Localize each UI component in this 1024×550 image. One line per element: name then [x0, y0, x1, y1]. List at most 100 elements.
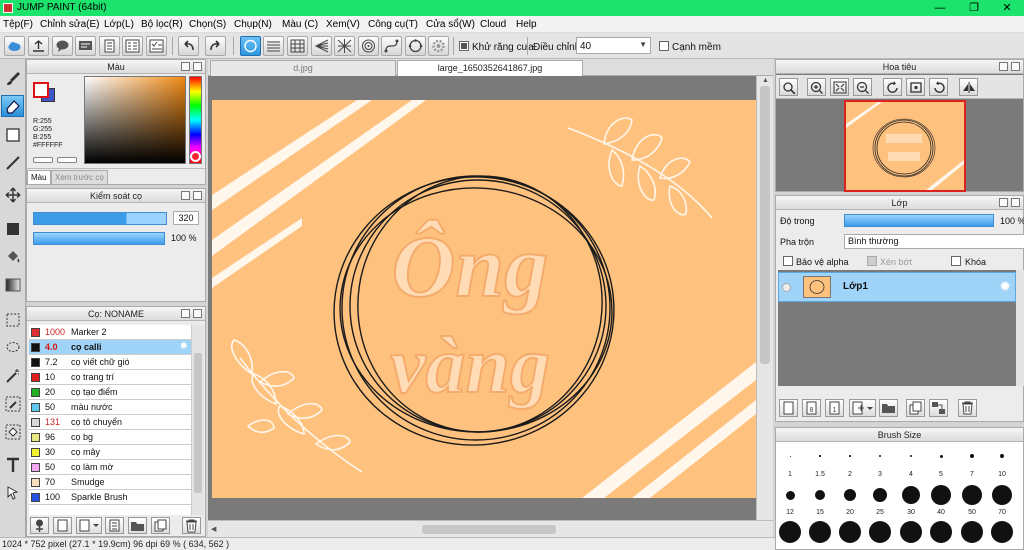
- undo-button[interactable]: [178, 36, 199, 56]
- brush-size-dot[interactable]: [849, 455, 851, 457]
- brush-size-dot[interactable]: [869, 521, 891, 543]
- protect-alpha-checkbox[interactable]: [783, 256, 793, 266]
- lasso-tool[interactable]: [1, 336, 24, 358]
- duplicate-layer-button[interactable]: [906, 399, 925, 417]
- menu-capture[interactable]: Chụp(N): [234, 19, 272, 30]
- panel-float-icon[interactable]: [999, 198, 1008, 207]
- antialias-checkbox[interactable]: [459, 41, 469, 51]
- layer-folder-button[interactable]: [879, 399, 898, 417]
- layer-opacity-slider[interactable]: [844, 214, 994, 227]
- brush-size-dot[interactable]: [991, 521, 1013, 543]
- brush-size-dot[interactable]: [789, 455, 791, 457]
- zoom-out-button[interactable]: [853, 78, 872, 96]
- brush-size-dot[interactable]: [844, 489, 856, 501]
- saturation-value-picker[interactable]: [84, 76, 186, 164]
- zoom-reset-button[interactable]: [779, 78, 798, 96]
- minimize-button[interactable]: —: [923, 0, 957, 16]
- new-layer-button[interactable]: [779, 399, 798, 417]
- brush-list-item[interactable]: 100 Sparkle Brush: [29, 490, 191, 505]
- brush-list-item[interactable]: 50 màu nước: [29, 400, 191, 415]
- cloud-button[interactable]: [4, 36, 25, 56]
- menu-select[interactable]: Chọn(S): [189, 19, 226, 30]
- brush-size-dot[interactable]: [992, 485, 1012, 505]
- brush-list-item[interactable]: 4.0 cọ calli ✹: [29, 340, 191, 355]
- brush-list-item[interactable]: 96 cọ bg: [29, 430, 191, 445]
- scroll-thumb[interactable]: [194, 353, 202, 493]
- artboard[interactable]: Ông vàng: [212, 100, 756, 498]
- brush-size-dot[interactable]: [900, 521, 922, 543]
- curve-button[interactable]: [381, 36, 402, 56]
- brush-settings-gear-icon[interactable]: ✹: [180, 340, 188, 354]
- ruler-settings-button[interactable]: [428, 36, 449, 56]
- brush-list-item[interactable]: 30 cọ mây: [29, 445, 191, 460]
- brush-menu-button[interactable]: [76, 517, 102, 534]
- menu-edit[interactable]: Chỉnh sửa(E): [40, 19, 100, 30]
- flip-button[interactable]: [959, 78, 978, 96]
- brush-size-dot[interactable]: [962, 485, 982, 505]
- magic-wand-tool[interactable]: [1, 364, 24, 386]
- navigator-thumbnail[interactable]: [844, 100, 966, 192]
- brush-size-dot[interactable]: [930, 521, 952, 543]
- scroll-thumb[interactable]: [760, 86, 770, 364]
- panel-close-icon[interactable]: [1011, 62, 1020, 71]
- soft-edge-checkbox[interactable]: [659, 41, 669, 51]
- menu-layer[interactable]: Lớp(L): [104, 19, 134, 30]
- menu-cloud[interactable]: Cloud: [480, 19, 506, 30]
- line-tool[interactable]: [1, 151, 24, 173]
- zoom-in-button[interactable]: [807, 78, 826, 96]
- brush-list-item[interactable]: 10 cọ trang trí: [29, 370, 191, 385]
- menu-tools[interactable]: Công cụ(T): [368, 19, 418, 30]
- checklist-button[interactable]: [146, 36, 167, 56]
- delete-layer-button[interactable]: [958, 399, 977, 417]
- brush-size-dot[interactable]: [999, 453, 1005, 459]
- text-tool[interactable]: [1, 453, 24, 475]
- merge-layer-button[interactable]: [929, 399, 948, 417]
- brush-size-dot[interactable]: [939, 454, 943, 458]
- brush-size-dot[interactable]: [819, 455, 821, 457]
- new-layer-1bit-button[interactable]: 1: [825, 399, 844, 417]
- hatch-button[interactable]: [263, 36, 284, 56]
- brush-list-item[interactable]: 70 Smudge: [29, 475, 191, 490]
- adjust-dropdown[interactable]: 40 ▼: [576, 37, 651, 54]
- document-button[interactable]: [99, 36, 120, 56]
- menu-window[interactable]: Cửa sổ(W): [426, 19, 475, 30]
- brush-list-item[interactable]: 7.2 cọ viết chữ gió: [29, 355, 191, 370]
- scroll-left-arrow[interactable]: ◀: [211, 525, 216, 533]
- menu-file[interactable]: Tệp(F): [3, 19, 33, 30]
- brush-size-dot[interactable]: [879, 455, 881, 457]
- brush-size-value[interactable]: 320: [173, 211, 199, 225]
- rotate-right-button[interactable]: [929, 78, 948, 96]
- rect-select-tool[interactable]: [1, 308, 24, 330]
- new-layer-8bit-button[interactable]: 8: [802, 399, 821, 417]
- circle-ruler-button[interactable]: [405, 36, 426, 56]
- gradient-tool[interactable]: [1, 273, 24, 295]
- brush-folder-button[interactable]: [128, 517, 147, 534]
- layer-visibility-icon[interactable]: [782, 283, 791, 292]
- layer-row[interactable]: Lớp1 ✹: [778, 272, 1016, 302]
- layer-add-menu-button[interactable]: [849, 399, 876, 417]
- blend-mode-dropdown[interactable]: Bình thường: [844, 234, 1024, 249]
- brush-list-item[interactable]: 131 cọ tô chuyển: [29, 415, 191, 430]
- lock-checkbox[interactable]: [951, 256, 961, 266]
- radial-button[interactable]: [334, 36, 355, 56]
- color-slot-1[interactable]: [33, 157, 53, 163]
- scroll-up-arrow[interactable]: ▲: [762, 77, 769, 84]
- menu-filter[interactable]: Bộ lọc(R): [141, 19, 183, 30]
- menu-color[interactable]: Màu (C): [282, 19, 318, 30]
- select-pen-tool[interactable]: [1, 392, 24, 414]
- menu-view[interactable]: Xem(V): [326, 19, 360, 30]
- hand-tool[interactable]: [1, 481, 24, 503]
- brush-opacity-slider[interactable]: [33, 232, 165, 245]
- brush-size-dot[interactable]: [909, 454, 913, 458]
- perspective-button[interactable]: [311, 36, 332, 56]
- brush-size-dot[interactable]: [902, 486, 920, 504]
- brush-size-dot[interactable]: [839, 521, 861, 543]
- brush-size-slider[interactable]: [33, 212, 167, 225]
- brush-size-dot[interactable]: [779, 521, 801, 543]
- brush-size-dot[interactable]: [931, 485, 951, 505]
- brush-size-dot[interactable]: [873, 488, 887, 502]
- brush-size-dot[interactable]: [961, 521, 983, 543]
- rotate-reset-button[interactable]: [906, 78, 925, 96]
- canvas-workspace[interactable]: Ông vàng: [208, 76, 756, 520]
- grid-button[interactable]: [287, 36, 308, 56]
